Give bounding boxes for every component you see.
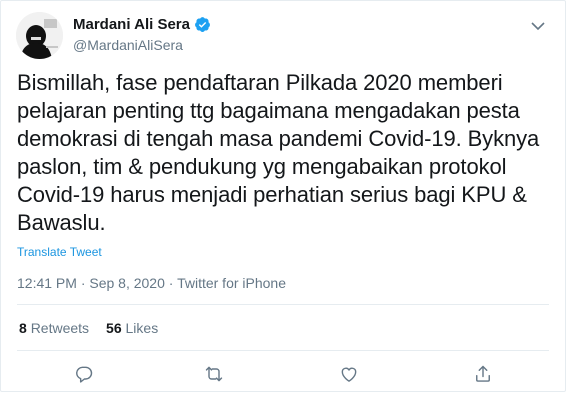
- reply-icon: [76, 366, 93, 383]
- likes-stat[interactable]: 56 Likes: [106, 320, 158, 336]
- tweet-card: Mardani Ali Sera @MardaniAliSera Bismill…: [0, 0, 566, 392]
- tweet-timestamp[interactable]: 12:41 PM · Sep 8, 2020 · Twitter for iPh…: [17, 275, 286, 291]
- avatar-image: [16, 12, 63, 59]
- chevron-down-icon: [531, 22, 545, 31]
- likes-count: 56: [106, 320, 122, 336]
- retweets-label: Retweets: [30, 320, 90, 336]
- retweets-count: 8: [19, 320, 27, 336]
- likes-label: Likes: [125, 320, 159, 336]
- retweets-stat[interactable]: 8 Retweets: [19, 320, 89, 336]
- verified-badge-icon: [194, 16, 211, 33]
- divider: [17, 304, 549, 305]
- author-block: Mardani Ali Sera @MardaniAliSera: [73, 15, 211, 53]
- tweet-stats: 8 Retweets 56 Likes: [19, 320, 158, 336]
- author-handle[interactable]: @MardaniAliSera: [73, 37, 211, 53]
- share-icon: [476, 365, 490, 382]
- tweet-actions: [1, 364, 567, 390]
- like-button[interactable]: [339, 364, 361, 386]
- share-button[interactable]: [473, 364, 495, 386]
- retweet-button[interactable]: [204, 364, 226, 386]
- reply-button[interactable]: [74, 364, 96, 386]
- author-display-name[interactable]: Mardani Ali Sera: [73, 16, 190, 33]
- divider: [17, 350, 549, 351]
- translate-tweet-link[interactable]: Translate Tweet: [17, 245, 102, 259]
- avatar[interactable]: [16, 12, 63, 59]
- tweet-text: Bismillah, fase pendaftaran Pilkada 2020…: [17, 70, 540, 235]
- heart-icon: [341, 367, 357, 382]
- retweet-icon: [205, 366, 223, 382]
- more-options-button[interactable]: [527, 15, 549, 37]
